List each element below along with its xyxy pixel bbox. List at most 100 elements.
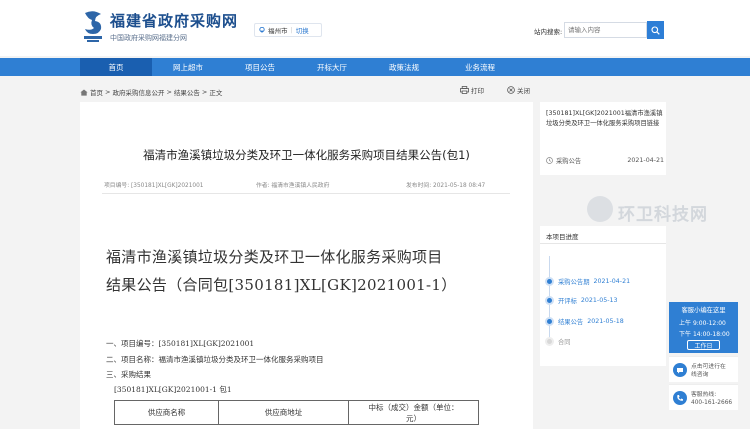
meta-author: 作者: 福清市渔溪镇人民政府 <box>256 180 329 189</box>
col-supplier-address: 供应商地址 <box>218 400 349 425</box>
close-icon <box>507 86 515 94</box>
progress-step-label: 结果公告 <box>558 319 584 326</box>
watermark-logo-icon <box>587 196 613 222</box>
progress-dot-active <box>545 317 554 326</box>
progress-step-date: 2021-04-21 <box>593 278 631 285</box>
progress-divider <box>540 243 666 244</box>
item-project-name: 二、项目名称：福清市渔溪镇垃圾分类及环卫一体化服务采购项目 <box>106 354 324 365</box>
related-notice-type: 采购公告 <box>546 156 581 165</box>
breadcrumb-current: 正文 <box>209 89 223 97</box>
nav-item-workflow[interactable]: 业务流程 <box>440 58 520 76</box>
print-button[interactable]: 打印 <box>460 85 484 95</box>
progress-dot-inactive <box>545 337 554 346</box>
printer-icon <box>460 86 469 94</box>
progress-title: 本项目进度 <box>546 233 579 241</box>
progress-dot-active <box>545 277 554 286</box>
article-title: 福清市渔溪镇垃圾分类及环卫一体化服务采购项目结果公告(包1) <box>143 148 470 162</box>
meta-publish-date: 发布时间: 2021-05-18 08:47 <box>406 180 485 189</box>
col-bid-amount: 中标（成交）金额（单位： 元） <box>348 400 479 425</box>
nav-item-bid-hall[interactable]: 开标大厅 <box>296 58 368 76</box>
online-chat-button[interactable]: 点击可进行在 线咨询 <box>669 356 738 382</box>
hotline-item[interactable]: 客服热线: 400-161-2666 <box>669 384 738 410</box>
service-am-label: 上午 <box>679 320 692 327</box>
related-notice-link[interactable]: [350181]XL[GK]2021001福清市渔溪镇垃圾分类及环卫一体化服务采… <box>546 109 668 129</box>
breadcrumb-row: 首页 > 政府采购信息公开 > 结果公告 > 正文 打印 关闭 <box>0 76 750 102</box>
related-notice-date: 2021-04-21 <box>627 157 664 164</box>
table-header-row: 供应商名称 供应商地址 中标（成交）金额（单位： 元） <box>114 400 479 425</box>
service-title: 客服小编在这里 <box>681 307 726 314</box>
col-bid-amount-line1: 中标（成交）金额（单位： <box>368 402 459 412</box>
city-switch-link[interactable]: 切换 <box>296 25 309 35</box>
progress-step-date: 2021-05-18 <box>587 318 624 325</box>
progress-step-label: 合同 <box>558 339 571 346</box>
meta-author-value: 福清市渔溪镇人民政府 <box>271 183 330 189</box>
home-icon <box>80 89 88 96</box>
progress-step-contract: 合同 <box>545 337 571 346</box>
col-bid-amount-line2: 元） <box>406 413 421 423</box>
col-supplier-name: 供应商名称 <box>114 400 219 425</box>
search-label: 站内搜索: <box>534 28 563 36</box>
meta-code-label: 项目编号: <box>104 183 130 189</box>
service-pm-time: 14:00-18:00 <box>692 331 730 338</box>
result-table: 供应商名称 供应商地址 中标（成交）金额（单位： 元） <box>114 400 479 425</box>
progress-step-notice[interactable]: 采购公告期 2021-04-21 <box>545 277 630 286</box>
watermark-text: 环卫科技网 <box>618 205 708 225</box>
customer-service-panel: 客服小编在这里 上午 9:00-12:00 下午 14:00-18:00 工作日 <box>669 302 738 353</box>
clock-icon <box>546 157 553 164</box>
meta-code-value: [350181]XL[GK]2021001 <box>131 183 204 189</box>
related-notice-card: [350181]XL[GK]2021001福清市渔溪镇垃圾分类及环卫一体化服务采… <box>540 102 666 175</box>
chat-icon <box>673 363 687 377</box>
workday-button[interactable]: 工作日 <box>687 340 720 350</box>
item2-label: 二、项目名称： <box>106 355 159 364</box>
meta-date-value: 2021-05-18 08:47 <box>433 183 486 189</box>
progress-step-bid-opening[interactable]: 开评标 2021-05-13 <box>545 296 618 305</box>
progress-step-label: 开评标 <box>558 298 577 305</box>
close-button[interactable]: 关闭 <box>507 85 530 95</box>
site-subtitle: 中国政府采购网福建分网 <box>110 34 187 42</box>
hotline-label: 客服热线: <box>691 392 717 398</box>
city-name: 福州市 <box>268 27 288 35</box>
service-hours-am: 上午 9:00-12:00 <box>679 318 726 327</box>
hotline-text: 客服热线: 400-161-2666 <box>691 391 732 407</box>
breadcrumb-home[interactable]: 首页 <box>90 87 103 97</box>
notice-heading-line2: 结果公告（合同包[350181]XL[GK]2021001-1） <box>106 276 457 294</box>
print-label: 打印 <box>471 87 484 95</box>
close-label: 关闭 <box>517 87 530 95</box>
breadcrumb-sep: > <box>166 88 172 96</box>
main-nav: 首页 网上超市 项目公告 开标大厅 政策法规 业务流程 <box>0 58 750 76</box>
site-title[interactable]: 福建省政府采购网 <box>110 10 238 31</box>
item1-label: 一、项目编号： <box>106 339 159 348</box>
breadcrumb-level1[interactable]: 政府采购信息公开 <box>112 87 164 97</box>
progress-step-result[interactable]: 结果公告 2021-05-18 <box>545 317 624 326</box>
breadcrumb-sep: > <box>105 88 111 96</box>
nav-item-home[interactable]: 首页 <box>80 58 152 76</box>
progress-card: 本项目进度 采购公告期 2021-04-21 开评标 2021-05-13 结果… <box>540 226 666 366</box>
package-line: [350181]XL[GK]2021001-1 包1 <box>114 385 232 394</box>
site-header: 福建省政府采购网 中国政府采购网福建分网 福州市 | 切换 站内搜索: <box>0 0 750 56</box>
item-procurement-result: 三、采购结果 <box>106 370 151 379</box>
breadcrumb: 首页 > 政府采购信息公开 > 结果公告 > 正文 <box>80 87 222 97</box>
chat-line2: 线咨询 <box>691 372 709 378</box>
service-pm-label: 下午 <box>679 331 692 338</box>
nav-item-policies[interactable]: 政策法规 <box>368 58 440 76</box>
nav-item-project-notices[interactable]: 项目公告 <box>224 58 296 76</box>
meta-date-label: 发布时间: <box>406 183 432 189</box>
meta-author-label: 作者: <box>256 183 270 189</box>
related-notice-meta: 采购公告 2021-04-21 <box>546 156 664 165</box>
item-project-code: 一、项目编号：[350181]XL[GK]2021001 <box>106 338 254 349</box>
nav-item-online-mall[interactable]: 网上超市 <box>152 58 224 76</box>
search-button[interactable] <box>647 21 664 39</box>
page: 福建省政府采购网 中国政府采购网福建分网 福州市 | 切换 站内搜索: 首页 网… <box>0 0 750 429</box>
online-chat-text: 点击可进行在 线咨询 <box>691 363 726 379</box>
service-hours-pm: 下午 14:00-18:00 <box>679 329 730 338</box>
search-icon <box>651 25 660 35</box>
site-logo-icon[interactable] <box>80 9 106 43</box>
city-selector[interactable]: 福州市 | 切换 <box>254 23 322 37</box>
chat-line1: 点击可进行在 <box>691 364 726 370</box>
hotline-number: 400-161-2666 <box>691 400 733 406</box>
location-pin-icon <box>259 27 265 33</box>
search-input[interactable] <box>564 22 647 38</box>
city-divider: | <box>290 26 293 34</box>
breadcrumb-level2[interactable]: 结果公告 <box>174 87 200 97</box>
service-am-time: 9:00-12:00 <box>692 320 726 327</box>
